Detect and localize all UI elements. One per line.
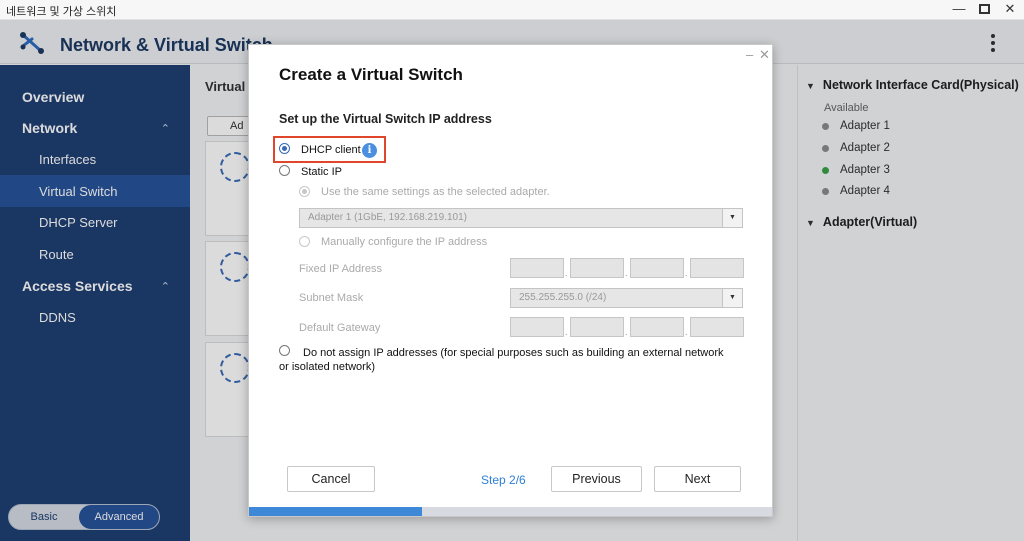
window-controls: — ✕ [951,1,1018,17]
minimize-icon[interactable]: — [951,1,967,17]
dropdown-arrow-icon: ▼ [722,289,742,307]
dialog-subtitle: Set up the Virtual Switch IP address [279,112,492,126]
previous-button[interactable]: Previous [551,466,642,492]
manual-config-label: Manually configure the IP address [321,236,488,248]
dhcp-client-radio[interactable] [279,143,290,154]
ip-separator: . [625,327,628,337]
close-icon[interactable]: ✕ [759,47,770,63]
same-settings-radio[interactable] [299,186,310,197]
static-ip-radio[interactable] [279,165,290,176]
fixed-ip-octet-1[interactable] [510,258,564,278]
os-window-title: 네트워크 및 가상 스위치 [6,6,117,18]
no-ip-label[interactable]: Do not assign IP addresses (for special … [279,346,729,374]
gateway-octet-3[interactable] [630,317,684,337]
ip-separator: . [685,327,688,337]
gateway-octet-4[interactable] [690,317,744,337]
gateway-octet-2[interactable] [570,317,624,337]
os-title-bar: 네트워크 및 가상 스위치 — ✕ [0,0,1024,20]
wizard-progress-fill [249,507,422,516]
close-icon[interactable]: ✕ [1002,1,1018,17]
adapter-select[interactable]: Adapter 1 (1GbE, 192.168.219.101) ▼ [299,208,743,228]
ip-separator: . [565,268,568,278]
gateway-octet-1[interactable] [510,317,564,337]
ip-separator: . [625,268,628,278]
ip-separator: . [685,268,688,278]
wizard-progress-bar [249,507,772,516]
dialog-title: Create a Virtual Switch [279,65,463,84]
subnet-mask-label: Subnet Mask [299,292,364,304]
default-gateway-label: Default Gateway [299,322,381,334]
subnet-mask-select[interactable]: 255.255.255.0 (/24) ▼ [510,288,743,308]
same-settings-label: Use the same settings as the selected ad… [321,186,550,198]
fixed-ip-octet-3[interactable] [630,258,684,278]
maximize-icon[interactable] [979,4,990,14]
manual-config-radio[interactable] [299,236,310,247]
fixed-ip-octet-2[interactable] [570,258,624,278]
cancel-button[interactable]: Cancel [287,466,375,492]
static-ip-label[interactable]: Static IP [301,166,342,178]
subnet-mask-value: 255.255.255.0 (/24) [519,292,607,303]
info-icon[interactable]: i [362,143,377,158]
create-virtual-switch-dialog: – ✕ Create a Virtual Switch Set up the V… [248,44,773,517]
minimize-icon[interactable]: – [746,47,753,62]
fixed-ip-label: Fixed IP Address [299,263,382,275]
dropdown-arrow-icon: ▼ [722,209,742,227]
next-button[interactable]: Next [654,466,741,492]
dhcp-client-label[interactable]: DHCP client [301,144,361,156]
ip-separator: . [565,327,568,337]
step-indicator: Step 2/6 [481,473,526,487]
fixed-ip-octet-4[interactable] [690,258,744,278]
adapter-select-value: Adapter 1 (1GbE, 192.168.219.101) [308,212,468,223]
